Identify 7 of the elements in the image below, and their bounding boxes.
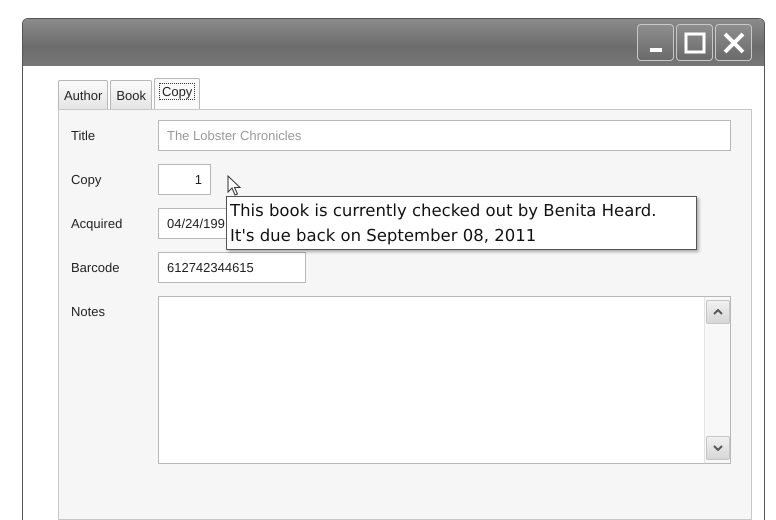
field-label: Acquired [71, 214, 124, 233]
field-label: Notes [71, 302, 106, 320]
tooltip-text: It's due back on September 08, 2011 [230, 225, 538, 247]
tooltip-text: This book is currently checked out by Benita Heard. [230, 200, 658, 222]
field-label: Copy [71, 170, 102, 189]
field-label: Title [71, 126, 96, 144]
field-label: Barcode [71, 258, 120, 276]
